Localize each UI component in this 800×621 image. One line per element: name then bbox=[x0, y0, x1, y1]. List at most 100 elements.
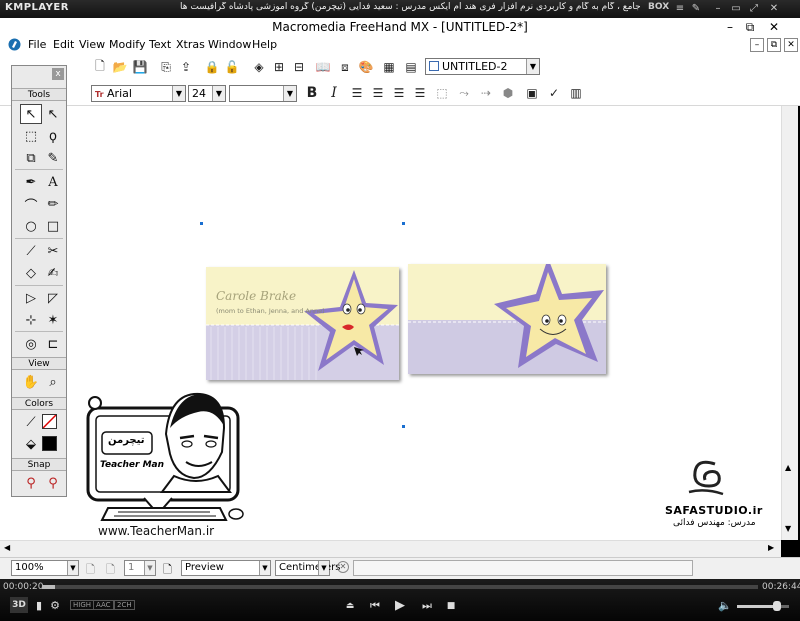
menu-text[interactable]: Text bbox=[149, 38, 171, 51]
detach-icon[interactable]: ⇢ bbox=[477, 84, 495, 102]
snap-to-guide-icon[interactable]: ⚲ bbox=[42, 473, 64, 493]
stroke-color-swatch[interactable] bbox=[42, 414, 57, 429]
zoom-tool[interactable]: ⌕ bbox=[42, 372, 64, 392]
lasso-tool[interactable]: ϙ bbox=[42, 126, 64, 146]
menu-xtras[interactable]: Xtras bbox=[176, 38, 205, 51]
panel-close-button[interactable]: x bbox=[52, 68, 64, 80]
hand-tool[interactable]: ✋ bbox=[20, 372, 42, 392]
scroll-down-icon[interactable]: ▼ bbox=[785, 524, 791, 533]
play-icon[interactable]: ▶ bbox=[391, 597, 409, 615]
business-card-front[interactable]: Carole Brake (mom to Ethan, Jenna, and A… bbox=[206, 267, 399, 380]
brush-tool[interactable]: ✍ bbox=[42, 263, 64, 283]
previous-icon[interactable]: ⏮ bbox=[366, 597, 384, 615]
ellipse-tool[interactable]: ○ bbox=[20, 216, 42, 236]
save-icon[interactable]: 💾 bbox=[131, 58, 149, 76]
stroke-color-icon[interactable]: ⟋ bbox=[20, 412, 42, 432]
scroll-up-icon[interactable]: ▲ bbox=[785, 463, 791, 472]
scroll-right-icon[interactable]: ▶ bbox=[768, 543, 774, 552]
doc-close-icon[interactable]: ✕ bbox=[784, 38, 798, 52]
seek-bar[interactable] bbox=[42, 585, 758, 589]
pen-tool[interactable]: ✒ bbox=[20, 172, 42, 192]
next-page-icon[interactable]: 🗋 bbox=[163, 561, 172, 580]
units-select[interactable]: Centimeters ▼ bbox=[275, 560, 340, 576]
text-editor-icon[interactable]: ▣ bbox=[523, 84, 541, 102]
page-tool[interactable]: ⬚ bbox=[20, 126, 42, 146]
export-icon[interactable]: ⇪ bbox=[177, 58, 195, 76]
text-style-select[interactable]: ▼ bbox=[229, 85, 297, 102]
cancel-render-icon[interactable]: ✕ bbox=[337, 561, 349, 573]
font-select[interactable]: Tr Arial ▼ bbox=[91, 85, 186, 102]
align-left-icon[interactable]: ☰ bbox=[348, 84, 366, 102]
pointer-tool[interactable]: ↖ bbox=[20, 104, 42, 124]
pencil-tool[interactable]: ✏ bbox=[42, 194, 64, 214]
fill-color-swatch[interactable] bbox=[42, 436, 57, 451]
selection-handle[interactable] bbox=[200, 222, 203, 225]
bezigon-tool[interactable]: ⌒ bbox=[20, 194, 42, 214]
scale-tool[interactable]: ⧉ bbox=[20, 148, 42, 168]
app-close-icon[interactable]: ✕ bbox=[764, 19, 784, 35]
italic-button[interactable]: I bbox=[325, 84, 343, 102]
stop-icon[interactable]: ■ bbox=[442, 597, 460, 615]
align-justify-icon[interactable]: ☰ bbox=[411, 84, 429, 102]
vertical-scrollbar[interactable]: ▲ ▼ bbox=[781, 106, 798, 540]
app-restore-icon[interactable]: ⧉ bbox=[740, 19, 760, 35]
freeform-tool[interactable]: ⊹ bbox=[20, 310, 42, 330]
settings-gear-icon[interactable]: ⚙ bbox=[46, 597, 64, 615]
library-icon[interactable]: 📖 bbox=[314, 58, 332, 76]
eraser-tool[interactable]: ◇ bbox=[20, 263, 42, 283]
doc-minimize-icon[interactable]: – bbox=[750, 38, 764, 52]
3d-button[interactable]: 3D bbox=[10, 597, 28, 613]
text-tool[interactable]: A bbox=[42, 172, 64, 192]
menu-view[interactable]: View bbox=[79, 38, 105, 51]
knife-tool[interactable]: ✂ bbox=[42, 241, 64, 261]
fill-color-icon[interactable]: ⬙ bbox=[20, 434, 42, 454]
new-document-icon[interactable]: 🗋 bbox=[91, 58, 109, 76]
menu-help[interactable]: Help bbox=[252, 38, 277, 51]
selection-handle[interactable] bbox=[402, 222, 405, 225]
close-icon[interactable]: ✕ bbox=[766, 1, 782, 17]
line-tool[interactable]: ⟋ bbox=[20, 241, 42, 261]
fullscreen-icon[interactable]: ⤢ bbox=[746, 1, 762, 17]
swatches-icon[interactable]: ▦ bbox=[380, 58, 398, 76]
first-page-icon[interactable]: 🗋 bbox=[86, 561, 95, 580]
app-minimize-icon[interactable]: – bbox=[720, 19, 740, 35]
maximize-icon[interactable]: ▭ bbox=[728, 1, 744, 17]
snap-to-point-icon[interactable]: ⚲ bbox=[20, 473, 42, 493]
connector-tool[interactable]: ⊏ bbox=[42, 334, 64, 354]
zoom-select[interactable]: 100% ▼ bbox=[11, 560, 79, 576]
rectangle-tool[interactable]: □ bbox=[42, 216, 64, 236]
align-right-icon[interactable]: ☰ bbox=[390, 84, 408, 102]
page-select[interactable]: 1 ▼ bbox=[124, 560, 156, 576]
subselect-tool[interactable]: ↖ bbox=[42, 104, 64, 124]
doc-restore-icon[interactable]: ⧉ bbox=[767, 38, 781, 52]
mirror-tool[interactable]: ◎ bbox=[20, 334, 42, 354]
speaker-icon[interactable]: 🔈 bbox=[716, 597, 734, 615]
menu-icon[interactable]: ≡ bbox=[672, 1, 688, 17]
attach-path-icon[interactable]: ⤳ bbox=[455, 84, 473, 102]
perspective-tool[interactable]: ▷ bbox=[20, 288, 42, 308]
align-panel-icon[interactable]: ⊞ bbox=[270, 58, 288, 76]
box-button[interactable]: BOX bbox=[648, 2, 669, 12]
menu-edit[interactable]: Edit bbox=[53, 38, 74, 51]
minimize-icon[interactable]: – bbox=[710, 1, 726, 17]
open-icon[interactable]: 📂 bbox=[111, 58, 129, 76]
eject-icon[interactable]: ⏏ bbox=[341, 597, 359, 615]
menu-window[interactable]: Window bbox=[208, 38, 251, 51]
transform-panel-icon[interactable]: ⊟ bbox=[290, 58, 308, 76]
view-mode-select[interactable]: Preview ▼ bbox=[181, 560, 271, 576]
horizontal-scrollbar[interactable]: ◀ ▶ bbox=[0, 540, 781, 557]
convert-outlines-icon[interactable]: ⬚ bbox=[433, 84, 451, 102]
prev-page-icon[interactable]: 🗋 bbox=[106, 561, 115, 580]
pin-icon[interactable]: ✎ bbox=[688, 1, 704, 17]
text-wrap-icon[interactable]: ▥ bbox=[567, 84, 585, 102]
align-center-icon[interactable]: ☰ bbox=[369, 84, 387, 102]
eyedropper-tool[interactable]: ✎ bbox=[42, 148, 64, 168]
skew-tool[interactable]: ◸ bbox=[42, 288, 64, 308]
bold-button[interactable]: B bbox=[303, 84, 321, 102]
scroll-left-icon[interactable]: ◀ bbox=[4, 543, 10, 552]
menu-modify[interactable]: Modify bbox=[109, 38, 145, 51]
document-select[interactable]: UNTITLED-2 ▼ bbox=[425, 58, 540, 75]
business-card-back[interactable] bbox=[408, 264, 606, 374]
volume-knob[interactable] bbox=[773, 601, 781, 611]
object-panel-icon[interactable]: ◈ bbox=[250, 58, 268, 76]
